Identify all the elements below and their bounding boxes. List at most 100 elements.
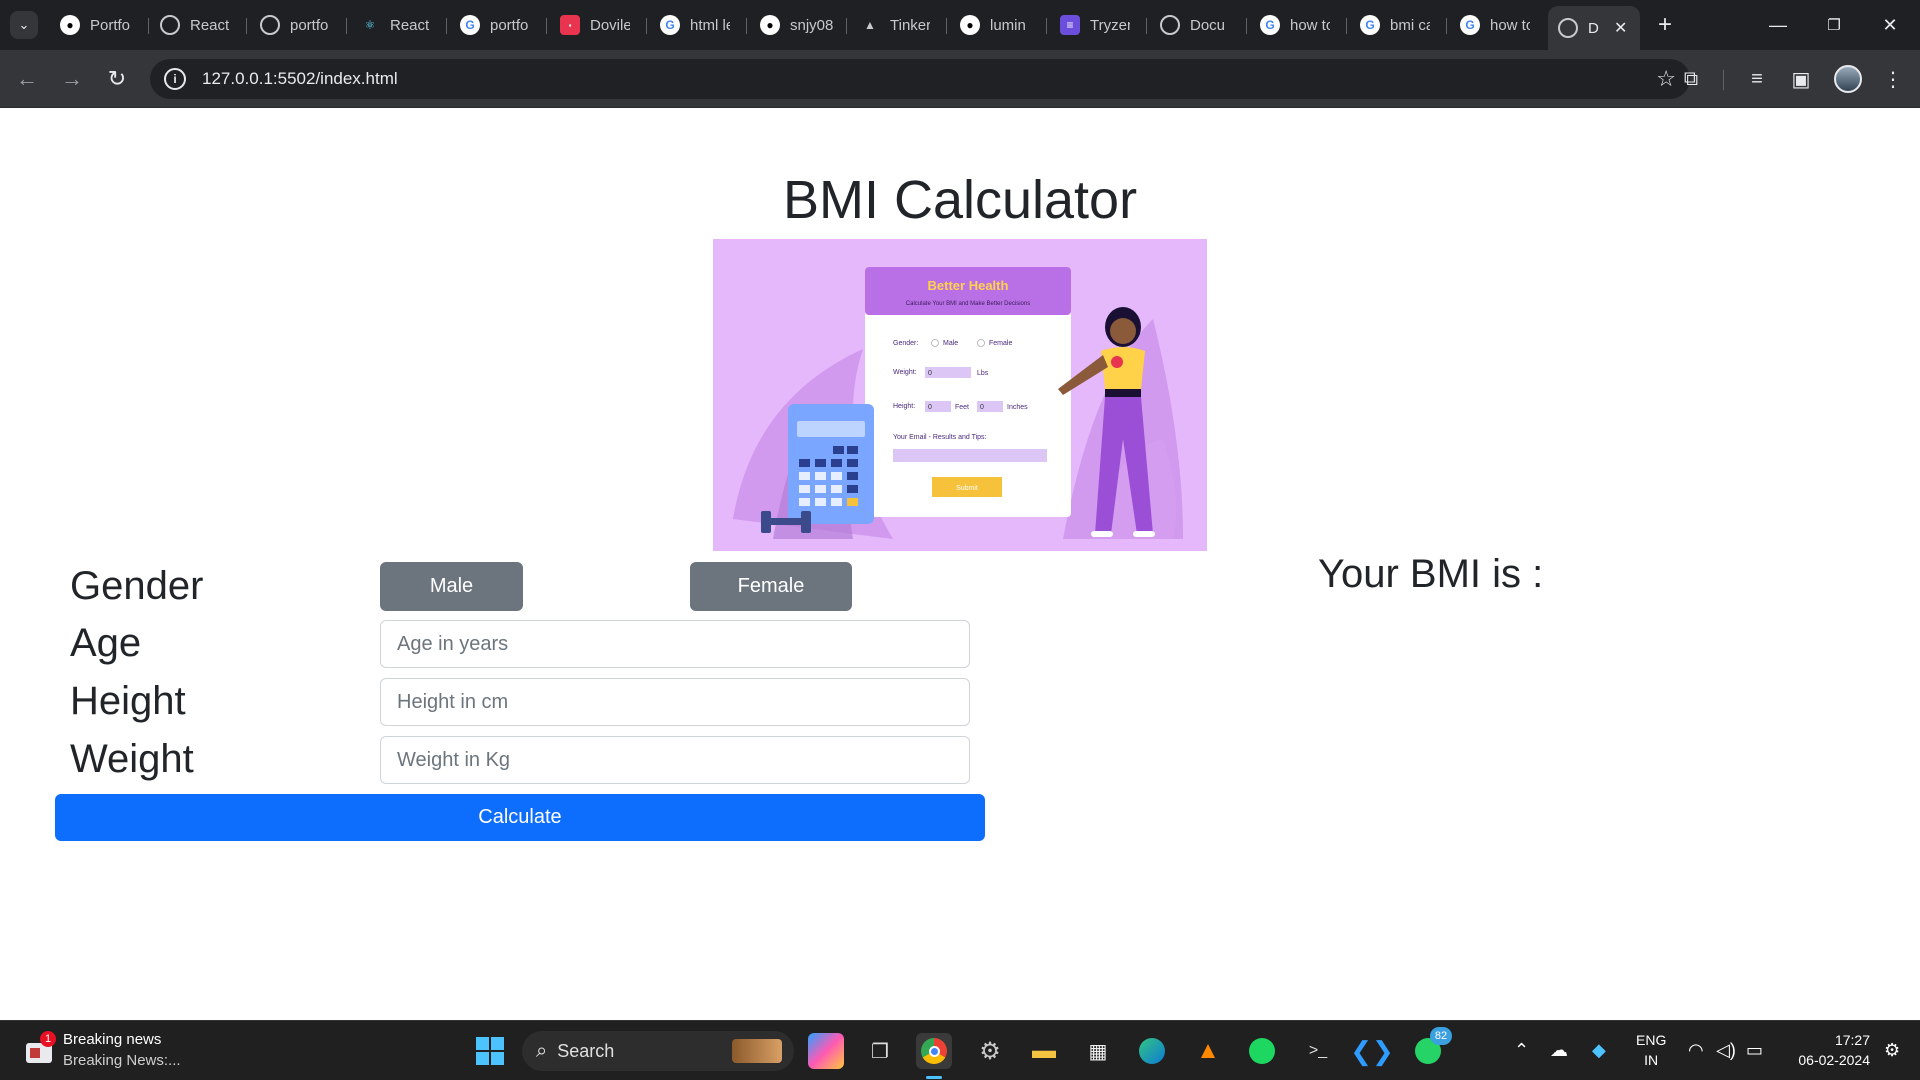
app-icon: ▪ (560, 15, 580, 35)
profile-avatar[interactable] (1834, 65, 1862, 93)
weight-input[interactable] (380, 736, 970, 784)
browser-tab[interactable]: Gbmi ca (1350, 9, 1448, 41)
battery-icon[interactable]: ▭ (1746, 1040, 1763, 1061)
news-badge: 1 (40, 1031, 56, 1047)
whatsapp-icon[interactable]: 82 (1410, 1027, 1452, 1069)
browser-tab[interactable]: portfo (250, 9, 348, 41)
browser-tab[interactable]: ● lumin (950, 9, 1048, 41)
clock[interactable]: 17:27 06-02-2024 (1780, 1030, 1870, 1070)
new-tab-button[interactable]: + (1650, 10, 1680, 40)
page-content: BMI Calculator Better Health Calculate Y… (0, 109, 1920, 1020)
tab-separator (946, 18, 947, 34)
tab-title: portfo (290, 16, 329, 34)
windows-start-icon[interactable] (472, 1033, 508, 1069)
globe-icon (1160, 15, 1180, 35)
copilot-icon[interactable] (808, 1033, 844, 1069)
search-highlight-icon (732, 1039, 782, 1063)
height-input[interactable] (380, 678, 970, 726)
browser-tab[interactable]: Ghow to (1450, 9, 1548, 41)
tab-separator (846, 18, 847, 34)
card-female-label: Female (989, 340, 1012, 347)
region-code: IN (1644, 1052, 1659, 1068)
tab-title: how to (1490, 16, 1530, 34)
card-weight-value: 0 (928, 370, 932, 377)
show-hidden-icons-chevron[interactable]: ⌃ (1514, 1040, 1529, 1061)
tab-title: Tinker (890, 16, 930, 34)
browser-tab[interactable]: Gportfo (450, 9, 548, 41)
tab-title: D (1588, 19, 1599, 37)
tab-title: bmi ca (1390, 16, 1430, 34)
terminal-icon[interactable]: >_ (1300, 1033, 1336, 1069)
tab-search-button[interactable]: ⌄ (10, 11, 38, 39)
tab-title: html le (690, 16, 730, 34)
age-input[interactable] (380, 620, 970, 668)
spotify-icon[interactable] (1244, 1033, 1280, 1069)
microsoft-store-icon[interactable]: ▦ (1080, 1033, 1116, 1069)
bmi-result-label: Your BMI is : (1318, 552, 1544, 596)
settings-gear-icon[interactable]: ⚙ (972, 1033, 1008, 1069)
tab-separator (1146, 18, 1147, 34)
back-icon[interactable]: ← (12, 64, 42, 94)
browser-tab[interactable]: React (150, 9, 248, 41)
onedrive-cloud-icon[interactable]: ☁ (1550, 1040, 1568, 1061)
volume-icon[interactable]: ◁) (1716, 1040, 1736, 1061)
browser-tab[interactable]: ▪ Dovile (550, 9, 648, 41)
file-explorer-icon[interactable]: ▬ (1026, 1033, 1062, 1069)
card-weight-unit: Lbs (977, 370, 989, 377)
wifi-icon[interactable]: ◠ (1688, 1040, 1704, 1061)
globe-icon (260, 15, 280, 35)
news-widget-icon[interactable]: 1 (24, 1031, 56, 1065)
close-window-button[interactable]: ✕ (1870, 10, 1910, 40)
minimize-button[interactable]: — (1758, 10, 1798, 40)
browser-tab[interactable]: ⚛ React (350, 9, 448, 41)
tab-title: Dovile (590, 16, 630, 34)
card-gender-label: Gender: (893, 340, 918, 347)
site-info-icon[interactable]: i (164, 68, 186, 90)
notifications-icon[interactable]: ⚙ (1884, 1040, 1900, 1061)
browser-tab-active[interactable]: D ✕ (1548, 6, 1640, 50)
card-title: Better Health (928, 278, 1009, 293)
forward-icon[interactable]: → (57, 64, 87, 94)
side-panel-icon[interactable]: ▣ (1786, 64, 1816, 94)
browser-tab[interactable]: ▲ Tinker (850, 9, 948, 41)
news-subtitle[interactable]: Breaking News:... (63, 1052, 181, 1069)
clock-date: 06-02-2024 (1798, 1052, 1870, 1068)
male-button[interactable]: Male (380, 562, 523, 611)
vscode-icon[interactable]: ❮❯ (1350, 1033, 1394, 1069)
reload-icon[interactable]: ↻ (102, 64, 132, 94)
browser-tab[interactable]: Ghtml le (650, 9, 748, 41)
female-button[interactable]: Female (690, 562, 852, 611)
tab-title: snjy08 (790, 16, 834, 34)
language-indicator[interactable]: ENG IN (1636, 1030, 1666, 1070)
chrome-icon[interactable] (916, 1033, 952, 1069)
browser-tab[interactable]: ● Portfo (50, 9, 148, 41)
taskbar-search[interactable]: ⌕ Search (522, 1031, 794, 1071)
calculate-button[interactable]: Calculate (55, 794, 985, 841)
tab-title: Portfo (90, 16, 130, 34)
browser-tab[interactable]: Ghow to (1250, 9, 1348, 41)
bookmark-star-icon[interactable]: ☆ (1656, 66, 1676, 92)
media-controls-icon[interactable]: ≡ (1742, 64, 1772, 94)
url-text[interactable]: 127.0.0.1:5502/index.html (202, 69, 398, 89)
browser-tab[interactable]: ● snjy08 (750, 9, 848, 41)
security-shield-icon[interactable]: ◆ (1592, 1040, 1606, 1061)
browser-tab[interactable]: ≡ Tryzen (1050, 9, 1148, 41)
task-view-icon[interactable]: ❐ (862, 1033, 898, 1069)
tab-title: React (190, 16, 230, 34)
tab-separator (746, 18, 747, 34)
menu-kebab-icon[interactable]: ⋮ (1878, 64, 1908, 94)
card-weight-label: Weight: (893, 369, 917, 376)
card-inch-value: 0 (980, 404, 984, 411)
vlc-icon[interactable]: ▲ (1190, 1033, 1226, 1069)
restore-button[interactable]: ❐ (1814, 10, 1854, 40)
browser-tab[interactable]: Docu (1150, 9, 1248, 41)
extensions-icon[interactable]: ⧉ (1676, 64, 1706, 94)
edge-icon[interactable] (1134, 1033, 1170, 1069)
gender-label: Gender (70, 564, 204, 608)
card-feet-unit: Feet (955, 404, 969, 411)
tab-title: Tryzen (1090, 16, 1130, 34)
list-icon: ≡ (1060, 15, 1080, 35)
address-bar[interactable]: i 127.0.0.1:5502/index.html ☆ (150, 59, 1690, 99)
close-tab-icon[interactable]: ✕ (1614, 18, 1627, 38)
news-title[interactable]: Breaking news (63, 1031, 161, 1048)
